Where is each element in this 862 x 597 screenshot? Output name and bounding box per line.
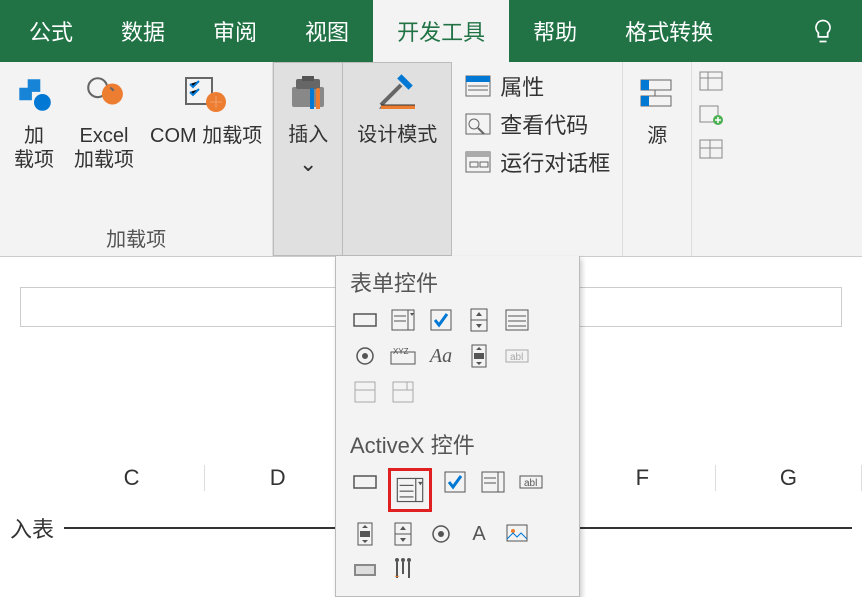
chevron-down-icon: ⌄ [299, 151, 317, 177]
form-spinner-icon[interactable] [464, 306, 494, 334]
xml-buttons [692, 62, 730, 256]
addins-button[interactable]: 加 载项 [10, 70, 58, 172]
form-option-icon[interactable] [350, 342, 380, 370]
controls-group: 插入 ⌄ 设计模式 [273, 62, 452, 256]
view-code-icon [464, 112, 492, 136]
view-code-button[interactable]: 查看代码 [464, 108, 610, 140]
design-mode-button[interactable]: 设计模式 [343, 62, 452, 256]
form-label-icon[interactable]: Aa [426, 342, 456, 370]
tab-review[interactable]: 审阅 [189, 0, 281, 62]
activex-button-icon[interactable] [350, 468, 380, 496]
form-combo-dropdown-icon[interactable] [388, 378, 418, 406]
design-mode-label: 设计模式 [357, 123, 437, 147]
ribbon-tabs: 公式 数据 审阅 视图 开发工具 帮助 格式转换 [0, 0, 862, 62]
insert-icon [284, 69, 332, 117]
activex-combo-icon[interactable] [388, 468, 432, 512]
excel-addins-icon [80, 70, 128, 118]
design-mode-icon [373, 69, 421, 117]
column-f[interactable]: F [570, 465, 716, 491]
refresh-data-button[interactable] [698, 138, 724, 160]
form-scrollbar-icon[interactable] [464, 342, 494, 370]
insert-controls-dropdown: 表单控件 XYZ Aa abl ActiveX 控件 abl A [335, 256, 580, 597]
form-listbox-icon[interactable] [502, 306, 532, 334]
activex-spinner-icon[interactable] [388, 520, 418, 548]
tab-formulas[interactable]: 公式 [5, 0, 97, 62]
run-dialog-label: 运行对话框 [500, 146, 610, 178]
source-label: 源 [647, 124, 667, 148]
source-button[interactable]: 源 [633, 70, 681, 148]
excel-addins-button[interactable]: Excel 加载项 [74, 70, 134, 172]
activex-image-icon[interactable] [502, 520, 532, 548]
activex-option-icon[interactable] [426, 520, 456, 548]
properties-button[interactable]: 属性 [464, 70, 610, 102]
insert-label: 插入 [288, 123, 328, 147]
view-code-label: 查看代码 [500, 108, 588, 140]
tab-developer[interactable]: 开发工具 [373, 0, 509, 62]
activex-listbox-icon[interactable] [478, 468, 508, 496]
activex-checkbox-icon[interactable] [440, 468, 470, 496]
properties-label: 属性 [500, 70, 544, 102]
column-c[interactable]: C [59, 465, 205, 491]
run-dialog-icon [464, 150, 492, 174]
column-g[interactable]: G [716, 465, 862, 491]
activex-label-icon[interactable]: A [464, 520, 494, 548]
addins-group: 加 载项 Excel 加载项 COM 加载项 加载项 [0, 62, 273, 256]
svg-text:abl: abl [510, 352, 523, 363]
row-text: 入表 [0, 512, 64, 544]
tab-help[interactable]: 帮助 [509, 0, 601, 62]
activex-textbox-icon[interactable]: abl [516, 468, 546, 496]
expansion-packs-button[interactable] [698, 104, 724, 126]
excel-addins-label: Excel 加载项 [74, 124, 134, 172]
svg-text:XYZ: XYZ [393, 347, 409, 356]
activex-more-icon[interactable] [388, 556, 418, 584]
insert-button[interactable]: 插入 ⌄ [273, 62, 343, 256]
column-d[interactable]: D [205, 465, 351, 491]
com-addins-label: COM 加载项 [150, 124, 262, 148]
tab-view[interactable]: 视图 [281, 0, 373, 62]
com-addins-button[interactable]: COM 加载项 [150, 70, 262, 148]
tab-data[interactable]: 数据 [97, 0, 189, 62]
tell-me-icon[interactable] [789, 17, 857, 45]
activex-toggle-icon[interactable] [350, 556, 380, 584]
form-checkbox-icon[interactable] [426, 306, 456, 334]
source-group: 源 [622, 62, 692, 256]
form-controls-grid: XYZ Aa abl [336, 306, 579, 418]
activex-controls-label: ActiveX 控件 [336, 418, 579, 468]
form-combo-list-icon[interactable] [350, 378, 380, 406]
activex-controls-grid: abl A [336, 468, 579, 596]
map-properties-button[interactable] [698, 70, 724, 92]
activex-scrollbar-icon[interactable] [350, 520, 380, 548]
form-textfield-icon[interactable]: abl [502, 342, 532, 370]
properties-icon [464, 74, 492, 98]
properties-group: 属性 查看代码 运行对话框 [452, 62, 622, 256]
form-groupbox-icon[interactable]: XYZ [388, 342, 418, 370]
tab-format[interactable]: 格式转换 [601, 0, 737, 62]
run-dialog-button[interactable]: 运行对话框 [464, 146, 610, 178]
com-addins-icon [182, 70, 230, 118]
form-combo-icon[interactable] [388, 306, 418, 334]
form-controls-label: 表单控件 [336, 256, 579, 306]
form-button-icon[interactable] [350, 306, 380, 334]
addins-label: 加 载项 [14, 124, 54, 172]
svg-text:abl: abl [524, 478, 537, 489]
ribbon-content: 加 载项 Excel 加载项 COM 加载项 加载项 插入 ⌄ [0, 62, 862, 257]
source-icon [633, 70, 681, 118]
addins-group-label: 加载项 [10, 217, 262, 252]
addins-icon [10, 70, 58, 118]
